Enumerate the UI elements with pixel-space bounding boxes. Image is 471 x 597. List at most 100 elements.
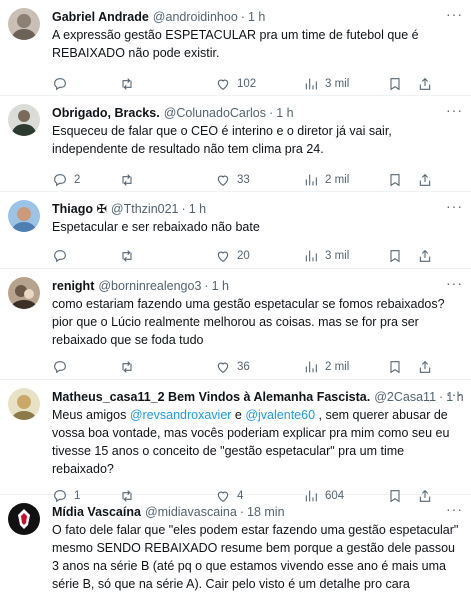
tweet-text: O fato dele falar que "eles podem estar … — [52, 523, 459, 591]
share-button[interactable] — [417, 76, 437, 92]
reply-button[interactable] — [52, 248, 119, 264]
retweet-button[interactable] — [119, 359, 215, 375]
tweet-text: Espetacular e ser rebaixado não bate — [52, 220, 260, 234]
retweet-icon — [122, 361, 132, 373]
reply-button[interactable]: 2 — [52, 172, 119, 188]
author-name[interactable]: Matheus_casa11_2 Bem Vindos à Alemanha F… — [52, 390, 370, 404]
bookmark-button[interactable] — [387, 172, 417, 188]
avatar[interactable] — [8, 388, 40, 420]
mention-link[interactable]: @revsandroxavier — [130, 408, 232, 422]
bookmark-icon — [390, 250, 400, 263]
avatar[interactable] — [8, 8, 40, 40]
share-button[interactable] — [417, 172, 437, 188]
timestamp[interactable]: 18 min — [247, 505, 285, 519]
retweet-icon — [122, 250, 132, 262]
more-icon[interactable]: ··· — [446, 198, 463, 214]
tweet[interactable]: Matheus_casa11_2 Bem Vindos à Alemanha F… — [0, 380, 471, 503]
reply-icon — [54, 78, 66, 91]
tweet[interactable]: Gabriel Andrade @androidinhoo · 1 h ··· … — [0, 0, 471, 96]
more-icon[interactable]: ··· — [446, 386, 463, 402]
more-icon[interactable]: ··· — [446, 275, 463, 291]
reply-button[interactable] — [52, 76, 119, 92]
views-count: 3 mil — [325, 78, 350, 90]
avatar[interactable] — [8, 200, 40, 232]
timestamp[interactable]: 1 h — [248, 10, 265, 24]
bookmark-icon — [390, 174, 400, 187]
like-button[interactable]: 33 — [215, 172, 303, 188]
reply-icon — [54, 174, 66, 187]
more-icon[interactable]: ··· — [446, 102, 463, 118]
author-name[interactable]: Gabriel Andrade — [52, 10, 149, 24]
like-button[interactable]: 36 — [215, 359, 303, 375]
timestamp[interactable]: 1 h — [189, 202, 206, 216]
timestamp[interactable]: 1 h — [212, 279, 229, 293]
avatar[interactable] — [8, 277, 40, 309]
share-button[interactable] — [417, 248, 437, 264]
like-count: 20 — [237, 250, 250, 262]
author-handle[interactable]: @ColunadoCarlos — [164, 106, 266, 120]
like-button[interactable]: 20 — [215, 248, 303, 264]
views-button[interactable]: 3 mil — [303, 248, 387, 264]
heart-icon — [217, 251, 229, 262]
views-icon — [305, 78, 317, 90]
views-count: 2 mil — [325, 361, 350, 373]
separator-dot: · — [181, 201, 186, 216]
views-count: 2 mil — [325, 174, 350, 186]
author-name[interactable]: Mídia Vascaína — [52, 505, 141, 519]
separator-dot: · — [240, 9, 245, 24]
tweet[interactable]: Thiago ✠ @Tthzin021 · 1 h ··· Espetacula… — [0, 192, 471, 269]
reply-button[interactable] — [52, 359, 119, 375]
like-button[interactable]: 102 — [215, 76, 303, 92]
separator-dot: · — [239, 504, 245, 519]
author-name[interactable]: Obrigado, Bracks. — [52, 106, 160, 120]
tweet[interactable]: Mídia Vascaína @midiavascaina · 18 min ·… — [0, 495, 471, 597]
author-name[interactable]: Thiago ✠ — [52, 201, 107, 216]
bookmark-button[interactable] — [387, 359, 417, 375]
reply-icon — [54, 361, 66, 374]
tweet-text: Meus amigos @revsandroxavier e @jvalente… — [52, 406, 461, 478]
avatar[interactable] — [8, 104, 40, 136]
heart-icon — [217, 362, 229, 373]
more-icon[interactable]: ··· — [446, 501, 463, 517]
avatar[interactable] — [8, 503, 40, 535]
tweet-text: Esqueceu de falar que o CEO é interino e… — [52, 124, 392, 156]
tweet-text: A expressão gestão ESPETACULAR pra um ti… — [52, 28, 419, 60]
author-handle[interactable]: @midiavascaina — [145, 505, 237, 519]
retweet-button[interactable] — [119, 76, 215, 92]
author-handle[interactable]: @2Casa11 — [374, 390, 436, 404]
tweet[interactable]: renight @borninrealengo3 · 1 h ··· como … — [0, 269, 471, 380]
mention-link[interactable]: @jvalente60 — [245, 408, 315, 422]
action-bar: 20 3 mil — [52, 240, 461, 272]
text-segment: e — [231, 408, 246, 422]
like-count: 33 — [237, 174, 250, 186]
tweet[interactable]: Obrigado, Bracks. @ColunadoCarlos · 1 h … — [0, 96, 471, 192]
author-handle[interactable]: @Tthzin021 — [111, 202, 179, 216]
share-icon — [419, 360, 431, 373]
like-count: 102 — [237, 78, 257, 90]
timestamp[interactable]: 1 h — [276, 106, 293, 120]
retweet-icon — [122, 174, 132, 186]
bookmark-button[interactable] — [387, 248, 417, 264]
views-icon — [305, 174, 317, 186]
retweet-button[interactable] — [119, 172, 215, 188]
share-icon — [419, 249, 431, 262]
author-name[interactable]: renight — [52, 279, 94, 293]
action-bar: 36 2 mil — [52, 351, 461, 383]
heart-icon — [217, 175, 229, 186]
separator-dot: · — [439, 389, 444, 404]
author-handle[interactable]: @androidinhoo — [153, 10, 238, 24]
retweet-button[interactable] — [119, 248, 215, 264]
views-button[interactable]: 2 mil — [303, 359, 387, 375]
bookmark-button[interactable] — [387, 76, 417, 92]
share-button[interactable] — [417, 359, 437, 375]
more-icon[interactable]: ··· — [446, 6, 463, 22]
views-button[interactable]: 3 mil — [303, 76, 387, 92]
heart-icon — [217, 79, 229, 90]
views-button[interactable]: 2 mil — [303, 172, 387, 188]
bookmark-icon — [390, 361, 400, 374]
views-icon — [305, 361, 317, 373]
bookmark-icon — [390, 78, 400, 91]
share-icon — [419, 173, 431, 186]
reply-count: 2 — [74, 174, 81, 186]
author-handle[interactable]: @borninrealengo3 — [98, 279, 201, 293]
